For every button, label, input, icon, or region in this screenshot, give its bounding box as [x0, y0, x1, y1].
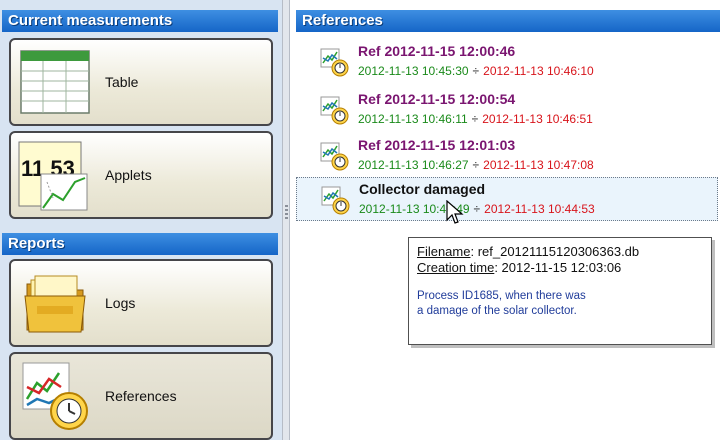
reference-title: Ref 2012-11-15 12:01:03: [358, 137, 516, 153]
tooltip-filename-value: : ref_20121115120306363.db: [470, 244, 640, 259]
applets-button[interactable]: 11 53 Applets: [9, 131, 273, 219]
references-icon: [22, 362, 88, 430]
range-separator: ÷: [472, 64, 480, 78]
reference-title: Ref 2012-11-15 12:00:46: [358, 43, 516, 59]
table-icon: [20, 50, 90, 114]
range-separator: ÷: [472, 158, 480, 172]
tooltip-creation-label: Creation time: [417, 260, 495, 275]
tooltip-creation-value: : 2012-11-15 12:03:06: [494, 260, 622, 275]
tooltip-description-line: Process ID1685, when there was: [417, 290, 586, 302]
logs-button[interactable]: Logs: [9, 259, 273, 347]
references-button-label: References: [105, 388, 177, 404]
reference-icon: [320, 142, 349, 171]
reference-icon: [320, 48, 349, 77]
mouse-pointer-icon: [446, 200, 464, 224]
tooltip-description: Process ID1685, when there was a damage …: [417, 289, 703, 319]
logs-folder-icon: [24, 275, 86, 333]
reference-range: 2012-11-13 10:45:30 ÷ 2012-11-13 10:46:10: [358, 64, 594, 78]
range-start: 2012-11-13 10:46:27: [358, 158, 469, 172]
splitter-grip-icon: [285, 205, 288, 221]
tooltip-filename-label: Filename: [417, 244, 471, 259]
reference-item[interactable]: Ref 2012-11-15 12:00:46 2012-11-13 10:45…: [296, 40, 718, 84]
reference-item-collector-damaged[interactable]: Collector damaged 2012-11-13 10:43:49 ÷ 20…: [296, 177, 718, 221]
left-panel: Current measurements Table 11 53 Applets…: [0, 0, 282, 440]
range-start: 2012-11-13 10:46:11: [358, 112, 468, 126]
applet-icon: 11 53: [18, 141, 88, 211]
reference-range: 2012-11-13 10:46:27 ÷ 2012-11-13 10:47:08: [358, 158, 594, 172]
references-header: References: [296, 10, 720, 32]
reports-header: Reports: [2, 233, 278, 255]
current-measurements-header: Current measurements: [2, 10, 278, 32]
table-button-label: Table: [105, 74, 139, 90]
references-button[interactable]: References: [9, 352, 273, 440]
logs-button-label: Logs: [105, 295, 136, 311]
range-end: 2012-11-13 10:44:53: [484, 202, 595, 216]
range-start: 2012-11-13 10:45:30: [358, 64, 469, 78]
reference-item[interactable]: Ref 2012-11-15 12:01:03 2012-11-13 10:46…: [296, 134, 718, 178]
applets-button-label: Applets: [105, 167, 152, 183]
range-end: 2012-11-13 10:46:51: [482, 112, 593, 126]
reference-title: Collector damaged: [359, 181, 486, 197]
range-end: 2012-11-13 10:46:10: [483, 64, 594, 78]
reference-item[interactable]: Ref 2012-11-15 12:00:54 2012-11-13 10:46…: [296, 88, 718, 132]
reference-icon: [321, 186, 350, 215]
reference-range: 2012-11-13 10:46:11 ÷ 2012-11-13 10:46:51: [358, 112, 593, 126]
reference-range: 2012-11-13 10:43:49 ÷ 2012-11-13 10:44:53: [359, 202, 595, 216]
range-separator: ÷: [471, 112, 479, 126]
reference-tooltip: Filename: ref_20121115120306363.db Creat…: [408, 237, 712, 345]
reference-title: Ref 2012-11-15 12:00:54: [358, 91, 516, 107]
tooltip-description-line: a damage of the solar collector.: [417, 305, 577, 317]
range-end: 2012-11-13 10:47:08: [483, 158, 594, 172]
tooltip-creation-row: Creation time: 2012-11-15 12:03:06: [417, 260, 703, 275]
panel-splitter[interactable]: [282, 0, 290, 440]
table-button[interactable]: Table: [9, 38, 273, 126]
reference-icon: [320, 96, 349, 125]
range-separator: ÷: [473, 202, 481, 216]
tooltip-filename-row: Filename: ref_20121115120306363.db: [417, 244, 703, 259]
right-panel: References Ref 2012-11-15 12:00:46 2012-…: [290, 0, 720, 440]
